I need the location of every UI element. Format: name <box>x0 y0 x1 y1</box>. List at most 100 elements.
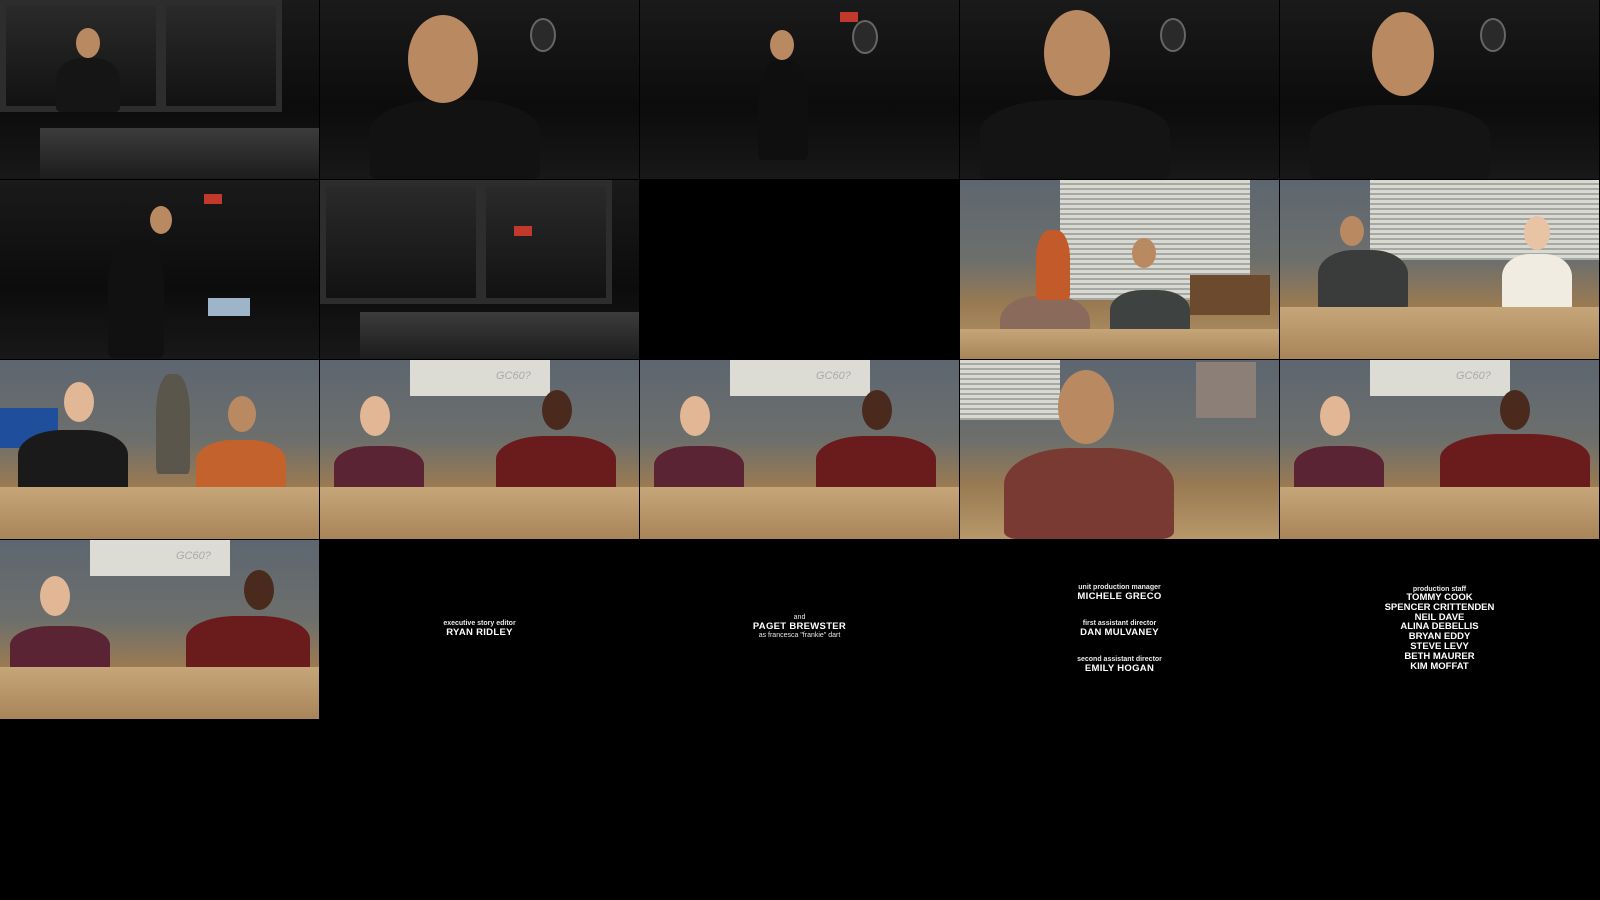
frame-study-room-6 <box>960 360 1279 539</box>
person-head <box>360 396 390 436</box>
person-head <box>1044 10 1110 96</box>
booth-window <box>160 0 282 112</box>
person-silhouette <box>370 100 540 179</box>
frame-booth-7 <box>320 180 639 359</box>
sign-text: GC60? <box>1456 370 1491 382</box>
study-table <box>320 487 639 539</box>
study-table <box>1280 487 1599 539</box>
microphone-icon <box>1480 18 1506 52</box>
microphone-icon <box>1160 18 1186 52</box>
person-silhouette <box>196 440 286 492</box>
study-table <box>0 487 319 539</box>
credit-role: second assistant director <box>1077 656 1162 663</box>
credit-role: first assistant director <box>1082 620 1157 627</box>
sign-text: GC60? <box>496 370 531 382</box>
frame-study-room-2 <box>1280 180 1599 359</box>
microphone-icon <box>852 20 878 54</box>
person-silhouette <box>18 430 128 492</box>
booth-window <box>480 180 612 304</box>
credit-name: KIM MOFFAT <box>1410 660 1469 672</box>
person-silhouette <box>1036 230 1070 300</box>
person-silhouette <box>1502 254 1572 310</box>
credit-block: and PAGET BREWSTER as francesca "frankie… <box>640 614 959 639</box>
person-head <box>40 576 70 616</box>
person-head <box>1320 396 1350 436</box>
mixing-console <box>360 312 639 359</box>
person-head <box>542 390 572 430</box>
frame-black <box>640 180 959 359</box>
frame-study-room-8: GC60? <box>0 540 319 719</box>
credit-block: production staff TOMMY COOK SPENCER CRIT… <box>1280 586 1599 671</box>
person-silhouette <box>56 58 120 112</box>
credit-name: EMILY HOGAN <box>1084 663 1155 674</box>
exit-sign <box>514 226 532 236</box>
credit-name: RYAN RIDLEY <box>446 627 513 638</box>
window-blinds <box>1370 180 1599 260</box>
exit-sign <box>204 194 222 204</box>
person-head <box>1340 216 1364 246</box>
frame-booth-6 <box>0 180 319 359</box>
frame-study-room-3 <box>0 360 319 539</box>
credit-block: executive story editor RYAN RIDLEY <box>320 620 639 638</box>
person-silhouette <box>186 616 310 674</box>
credit-name: DAN MULVANEY <box>1080 627 1159 638</box>
person-head <box>150 206 172 234</box>
frame-booth-3 <box>640 0 959 179</box>
person-silhouette <box>1004 448 1174 539</box>
person-head <box>408 15 478 103</box>
mixing-console <box>40 128 319 179</box>
bookshelf <box>1190 275 1270 315</box>
frame-credit-cast: and PAGET BREWSTER as francesca "frankie… <box>640 540 959 719</box>
credit-block: second assistant director EMILY HOGAN <box>960 656 1279 674</box>
study-table <box>960 329 1279 359</box>
exit-sign <box>840 12 858 22</box>
frame-booth-1 <box>0 0 319 179</box>
credit-role: unit production manager <box>1078 584 1161 591</box>
frame-credit-crew: unit production manager MICHELE GRECO fi… <box>960 540 1279 719</box>
person-head <box>244 570 274 610</box>
person-silhouette <box>816 436 936 494</box>
sign-text: GC60? <box>816 370 851 382</box>
window-blinds <box>960 360 1060 420</box>
credit-character: as francesca "frankie" dart <box>758 632 841 639</box>
frame-credit-staff: production staff TOMMY COOK SPENCER CRIT… <box>1280 540 1599 719</box>
person-head <box>1524 216 1550 250</box>
frame-study-room-4: GC60? <box>320 360 639 539</box>
frame-study-room-7: GC60? <box>1280 360 1599 539</box>
frame-study-room-5: GC60? <box>640 360 959 539</box>
person-silhouette <box>108 238 164 358</box>
poster <box>1196 362 1256 418</box>
booth-window <box>320 180 482 304</box>
study-table <box>640 487 959 539</box>
person-silhouette <box>156 374 190 474</box>
person-silhouette <box>496 436 616 494</box>
frame-booth-2 <box>320 0 639 179</box>
person-silhouette <box>1310 105 1490 179</box>
person-silhouette <box>1440 434 1590 494</box>
person-head <box>1500 390 1530 430</box>
credit-role: executive story editor <box>443 620 516 627</box>
person-head <box>862 390 892 430</box>
person-head <box>770 30 794 60</box>
frame-study-room-1 <box>960 180 1279 359</box>
frame-credit-editor: executive story editor RYAN RIDLEY <box>320 540 639 719</box>
person-head <box>76 28 100 58</box>
person-head <box>64 382 94 422</box>
credit-names: TOMMY COOK SPENCER CRITTENDEN NEIL DAVE … <box>1280 593 1599 671</box>
sign-text: GC60? <box>176 550 211 562</box>
credit-block: unit production manager MICHELE GRECO <box>960 584 1279 602</box>
person-silhouette <box>758 60 808 160</box>
person-head <box>1372 12 1434 96</box>
credit-name: PAGET BREWSTER <box>752 621 847 632</box>
frame-booth-4 <box>960 0 1279 179</box>
study-table <box>0 667 319 719</box>
person-silhouette <box>980 100 1170 179</box>
microphone-icon <box>530 18 556 52</box>
person-head <box>228 396 256 432</box>
credit-block: first assistant director DAN MULVANEY <box>960 620 1279 638</box>
frame-booth-5 <box>1280 0 1599 179</box>
person-silhouette <box>1318 250 1408 310</box>
person-head <box>1132 238 1156 268</box>
person-head <box>1058 370 1114 444</box>
credit-lead: and <box>793 614 806 621</box>
